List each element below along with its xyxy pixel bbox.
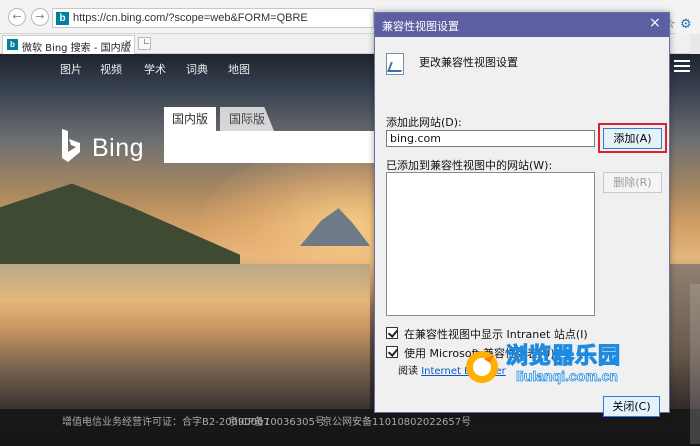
footer-icp[interactable]: 京ICP备10036305号 — [228, 413, 325, 428]
bing-logo: Bing — [60, 128, 160, 168]
close-button[interactable]: 关闭(C) — [603, 396, 660, 417]
menu-hamburger-icon[interactable] — [674, 60, 690, 72]
nav-link-videos[interactable]: 视频 — [100, 61, 122, 77]
url-input[interactable]: b https://cn.bing.com/?scope=web&FORM=QB… — [52, 8, 374, 28]
scrollbar-top[interactable] — [690, 34, 700, 54]
back-arrow-icon[interactable]: ← — [8, 8, 26, 26]
remove-button[interactable]: 删除(R) — [603, 172, 662, 193]
watermark-cn: 浏览器乐园 — [505, 343, 622, 369]
nav-link-images[interactable]: 图片 — [60, 61, 82, 77]
bing-footer: 增值电信业务经营许可证：合字B2-20090007 京ICP备10036305号… — [0, 409, 700, 446]
bing-b-icon — [62, 129, 80, 162]
dialog-titlebar[interactable]: 兼容性视图设置 × — [375, 13, 669, 37]
gear-icon[interactable]: ⚙ — [680, 16, 692, 34]
nav-link-dictionary[interactable]: 词典 — [186, 61, 208, 77]
tab-domestic[interactable]: 国内版 — [164, 107, 216, 131]
tab-international[interactable]: 国际版 — [220, 107, 274, 131]
new-tab-icon[interactable] — [138, 37, 151, 50]
dialog-title: 兼容性视图设置 — [382, 20, 459, 33]
tab-bing-icon: b — [7, 39, 18, 50]
url-text: https://cn.bing.com/?scope=web&FORM=QBRE — [73, 12, 308, 24]
tab-close-icon[interactable]: × — [124, 38, 132, 49]
site-input[interactable] — [386, 130, 595, 147]
watermark-en: liulanqi.com.cn — [516, 368, 619, 385]
footer-police[interactable]: 京公网安备11010802022657号 — [322, 413, 471, 428]
read-prefix: 阅读 — [398, 366, 418, 377]
add-site-label: 添加此网站(D): — [386, 116, 462, 129]
site-list[interactable] — [386, 172, 595, 316]
background-lake — [0, 264, 370, 409]
add-button[interactable]: 添加(A) — [603, 128, 662, 149]
nav-link-academic[interactable]: 学术 — [144, 61, 166, 77]
forward-arrow-icon[interactable]: → — [31, 8, 49, 26]
nav-link-maps[interactable]: 地图 — [228, 61, 250, 77]
bing-wordmark: Bing — [92, 134, 145, 162]
page-scrollbar[interactable] — [690, 284, 700, 444]
search-input[interactable] — [164, 131, 376, 163]
site-list-label: 已添加到兼容性视图中的网站(W): — [386, 159, 553, 172]
close-icon[interactable]: × — [649, 15, 661, 31]
browser-tab[interactable]: b 微软 Bing 搜索 - 国内版 × — [2, 35, 135, 54]
compat-view-icon — [386, 53, 404, 75]
watermark-logo-icon — [466, 351, 498, 383]
ms-list-checkbox[interactable] — [386, 346, 398, 358]
tab-title: 微软 Bing 搜索 - 国内版 — [22, 43, 131, 54]
dialog-heading: 更改兼容性视图设置 — [419, 56, 518, 69]
intranet-checkbox[interactable] — [386, 327, 398, 339]
bing-favicon-icon: b — [56, 12, 69, 25]
